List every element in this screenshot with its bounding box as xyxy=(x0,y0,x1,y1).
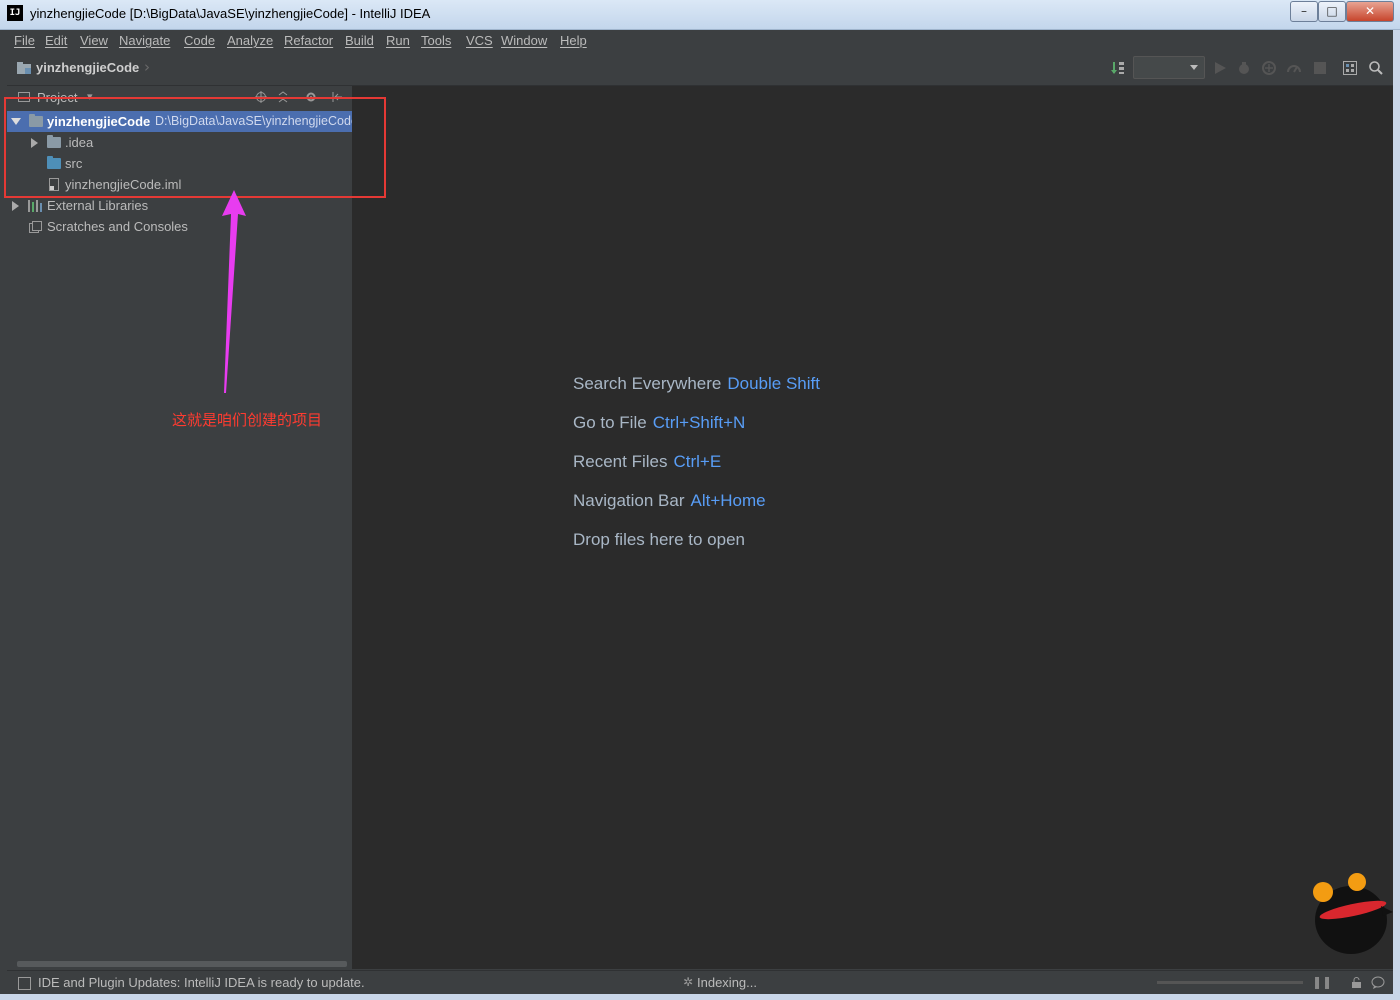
hint-text: Go to File xyxy=(573,413,647,432)
scratches-icon xyxy=(29,221,42,233)
coverage-icon[interactable] xyxy=(1262,61,1276,75)
libraries-icon xyxy=(28,200,42,212)
expand-right-icon[interactable] xyxy=(12,201,19,211)
breadcrumb-separator-icon: › xyxy=(144,58,150,76)
maximize-button[interactable]: □ xyxy=(1318,1,1346,22)
hint-text: Recent Files xyxy=(573,452,668,471)
run-icon[interactable] xyxy=(1213,61,1227,75)
menu-code[interactable]: Code xyxy=(184,33,215,48)
profile-icon[interactable] xyxy=(1287,61,1301,75)
project-folder-icon xyxy=(17,62,31,74)
navigation-bar: yinzhengjieCode › xyxy=(7,53,1393,86)
minimize-button[interactable]: – xyxy=(1290,1,1318,22)
annotation-text: 这就是咱们创建的项目 xyxy=(172,411,323,429)
status-bar: IDE and Plugin Updates: IntelliJ IDEA is… xyxy=(7,970,1393,995)
tree-item-label: Scratches and Consoles xyxy=(47,219,188,234)
editor-area[interactable]: Search Everywhere Double Shift Go to File… xyxy=(353,86,1393,969)
annotation-highlight-box xyxy=(4,97,386,198)
hint-shortcut: Ctrl+Shift+N xyxy=(652,413,746,432)
hint-go-to-file: Go to File Ctrl+Shift+N xyxy=(573,413,745,433)
indexing-status[interactable]: Indexing... xyxy=(697,975,757,990)
project-structure-icon[interactable] xyxy=(1343,61,1357,75)
menu-file[interactable]: File xyxy=(14,33,35,48)
hint-text: Search Everywhere xyxy=(573,374,722,393)
title-bar: IJ yinzhengjieCode [D:\BigData\JavaSE\yi… xyxy=(0,0,1400,30)
hint-navigation-bar: Navigation Bar Alt+Home xyxy=(573,491,766,511)
event-log-icon[interactable] xyxy=(1371,976,1385,989)
hint-shortcut: Double Shift xyxy=(727,374,820,393)
hint-shortcut: Ctrl+E xyxy=(673,452,722,471)
annotation-arrow xyxy=(222,190,246,393)
search-icon[interactable] xyxy=(1369,61,1383,75)
tree-item-external-libraries[interactable]: External Libraries xyxy=(7,195,352,216)
lock-icon[interactable] xyxy=(1351,977,1362,988)
project-panel: Project ▾ yinzhengjieCode D:\BigData\Jav… xyxy=(7,86,352,969)
tree-item-scratches[interactable]: Scratches and Consoles xyxy=(7,216,352,237)
menu-bar: File Edit View Navigate Code Analyze Ref… xyxy=(7,30,1393,52)
menu-run[interactable]: Run xyxy=(386,33,410,48)
menu-window[interactable]: Window xyxy=(501,33,547,48)
stop-icon[interactable] xyxy=(1313,61,1327,75)
menu-edit[interactable]: Edit xyxy=(45,33,67,48)
hint-shortcut: Alt+Home xyxy=(690,491,766,510)
horizontal-scrollbar[interactable] xyxy=(17,961,347,967)
window-title: yinzhengjieCode [D:\BigData\JavaSE\yinzh… xyxy=(30,6,431,21)
pause-icon[interactable]: ❚❚ xyxy=(1312,975,1332,989)
menu-vcs[interactable]: VCS xyxy=(466,33,493,48)
bottom-window-frame xyxy=(0,994,1400,1000)
indexing-progress-bar xyxy=(1157,981,1303,984)
menu-help[interactable]: Help xyxy=(560,33,587,48)
run-configuration-select[interactable] xyxy=(1133,56,1205,79)
build-icon[interactable] xyxy=(1111,61,1125,75)
tree-item-label: External Libraries xyxy=(47,198,149,213)
ide-window: IJ yinzhengjieCode [D:\BigData\JavaSE\yi… xyxy=(0,0,1400,1000)
spinner-icon: ✲ xyxy=(683,975,694,989)
menu-tools[interactable]: Tools xyxy=(421,33,451,48)
close-button[interactable]: ✕ xyxy=(1346,1,1394,22)
menu-refactor[interactable]: Refactor xyxy=(284,33,333,48)
breadcrumb-project[interactable]: yinzhengjieCode xyxy=(36,60,139,75)
status-message[interactable]: IDE and Plugin Updates: IntelliJ IDEA is… xyxy=(38,975,365,990)
hint-search-everywhere: Search Everywhere Double Shift xyxy=(573,374,820,394)
hint-text: Navigation Bar xyxy=(573,491,685,510)
menu-view[interactable]: View xyxy=(80,33,108,48)
debug-icon[interactable] xyxy=(1237,61,1251,75)
hint-text: Drop files here to open xyxy=(573,530,745,549)
intellij-logo-icon: IJ xyxy=(7,5,23,21)
menu-build[interactable]: Build xyxy=(345,33,374,48)
hint-recent-files: Recent Files Ctrl+E xyxy=(573,452,721,472)
hint-drop-files: Drop files here to open xyxy=(573,530,745,550)
tool-windows-toggle-icon[interactable] xyxy=(18,977,31,990)
menu-analyze[interactable]: Analyze xyxy=(227,33,273,48)
menu-navigate[interactable]: Navigate xyxy=(119,33,170,48)
right-window-frame xyxy=(1393,30,1400,1000)
mascot-icon xyxy=(1313,873,1393,954)
chevron-down-icon xyxy=(1190,65,1198,70)
